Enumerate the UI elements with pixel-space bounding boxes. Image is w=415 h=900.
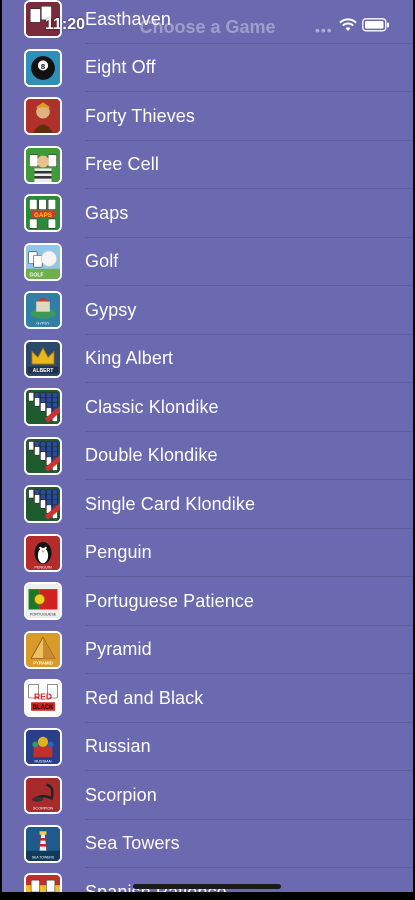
game-row[interactable]: RUSSIAN Russian xyxy=(2,723,413,772)
eight-ball-icon: 8 xyxy=(24,48,62,87)
game-label: Golf xyxy=(85,251,119,272)
svg-text:RUSSIAN: RUSSIAN xyxy=(35,759,52,763)
game-row[interactable]: PORTUGUESE Portuguese Patience xyxy=(2,577,413,626)
klondike-icon xyxy=(24,436,62,475)
svg-text:GYPSY: GYPSY xyxy=(36,322,50,326)
game-label: Easthaven xyxy=(85,8,171,29)
game-row[interactable]: GOLF Golf xyxy=(2,238,413,287)
game-row[interactable]: Classic Klondike xyxy=(2,383,413,432)
game-row[interactable]: Forty Thieves xyxy=(2,92,413,141)
game-label: Scorpion xyxy=(85,784,157,805)
game-label: Sea Towers xyxy=(85,833,180,854)
game-label: Portuguese Patience xyxy=(85,590,255,611)
svg-text:GAPS: GAPS xyxy=(34,212,52,219)
screen: Easthaven 8 Eight Off Forty Thieves Free Cel… xyxy=(2,0,413,892)
thief-icon xyxy=(24,97,62,136)
game-row[interactable]: PENGUIN Penguin xyxy=(2,529,413,578)
svg-text:ALBERT: ALBERT xyxy=(33,368,55,374)
game-label: Gaps xyxy=(85,202,129,223)
game-row[interactable]: Free Cell xyxy=(2,141,413,190)
caravan-icon: GYPSY xyxy=(24,291,62,330)
game-label: Forty Thieves xyxy=(85,105,196,126)
klondike-icon xyxy=(24,388,62,427)
cathedral-icon: RUSSIAN xyxy=(24,727,62,766)
klondike-icon xyxy=(24,485,62,524)
game-label: Free Cell xyxy=(85,154,159,175)
spain-icon xyxy=(24,873,62,892)
game-list[interactable]: Easthaven 8 Eight Off Forty Thieves Free Cel… xyxy=(2,0,413,892)
home-indicator xyxy=(133,884,281,889)
game-label: Double Klondike xyxy=(85,445,218,466)
game-label: Russian xyxy=(85,736,151,757)
svg-text:BLACK: BLACK xyxy=(33,705,54,711)
game-label: King Albert xyxy=(85,348,174,369)
easthaven-icon xyxy=(24,0,62,39)
svg-text:PYRAMID: PYRAMID xyxy=(33,660,53,665)
svg-text:SEA TOWERS: SEA TOWERS xyxy=(32,855,55,859)
game-label: Penguin xyxy=(85,542,152,563)
game-row[interactable]: Easthaven xyxy=(2,0,413,44)
red-black-icon: RED BLACK xyxy=(24,679,62,718)
game-row[interactable]: 8 Eight Off xyxy=(2,44,413,93)
game-label: Classic Klondike xyxy=(85,396,219,417)
game-row[interactable]: SCORPION Scorpion xyxy=(2,771,413,820)
game-label: Red and Black xyxy=(85,687,204,708)
portugal-flag-icon: PORTUGUESE xyxy=(24,582,62,621)
game-label: Eight Off xyxy=(85,57,156,78)
game-row[interactable]: Double Klondike xyxy=(2,432,413,481)
game-row[interactable]: SEA TOWERS Sea Towers xyxy=(2,820,413,869)
golf-ball-icon: GOLF xyxy=(24,242,62,281)
game-label: Gypsy xyxy=(85,299,137,320)
svg-text:RED: RED xyxy=(34,692,52,702)
scorpion-icon: SCORPION xyxy=(24,776,62,815)
svg-text:SCORPION: SCORPION xyxy=(33,807,54,811)
prisoner-icon xyxy=(24,145,62,184)
lighthouse-icon: SEA TOWERS xyxy=(24,824,62,863)
crown-icon: ALBERT xyxy=(24,339,62,378)
svg-text:GOLF: GOLF xyxy=(29,272,43,278)
game-row[interactable]: GAPS Gaps xyxy=(2,189,413,238)
svg-text:PENGUIN: PENGUIN xyxy=(34,565,52,569)
game-row[interactable]: GYPSY Gypsy xyxy=(2,286,413,335)
game-row[interactable]: PYRAMID Pyramid xyxy=(2,626,413,675)
penguin-icon: PENGUIN xyxy=(24,533,62,572)
svg-text:PORTUGUESE: PORTUGUESE xyxy=(30,613,57,617)
game-label: Single Card Klondike xyxy=(85,493,256,514)
pyramid-icon: PYRAMID xyxy=(24,630,62,669)
game-row[interactable]: Single Card Klondike xyxy=(2,480,413,529)
game-row[interactable]: ALBERT King Albert xyxy=(2,335,413,384)
game-label: Pyramid xyxy=(85,639,152,660)
game-row[interactable]: RED BLACK Red and Black xyxy=(2,674,413,723)
gaps-icon: GAPS xyxy=(24,194,62,233)
